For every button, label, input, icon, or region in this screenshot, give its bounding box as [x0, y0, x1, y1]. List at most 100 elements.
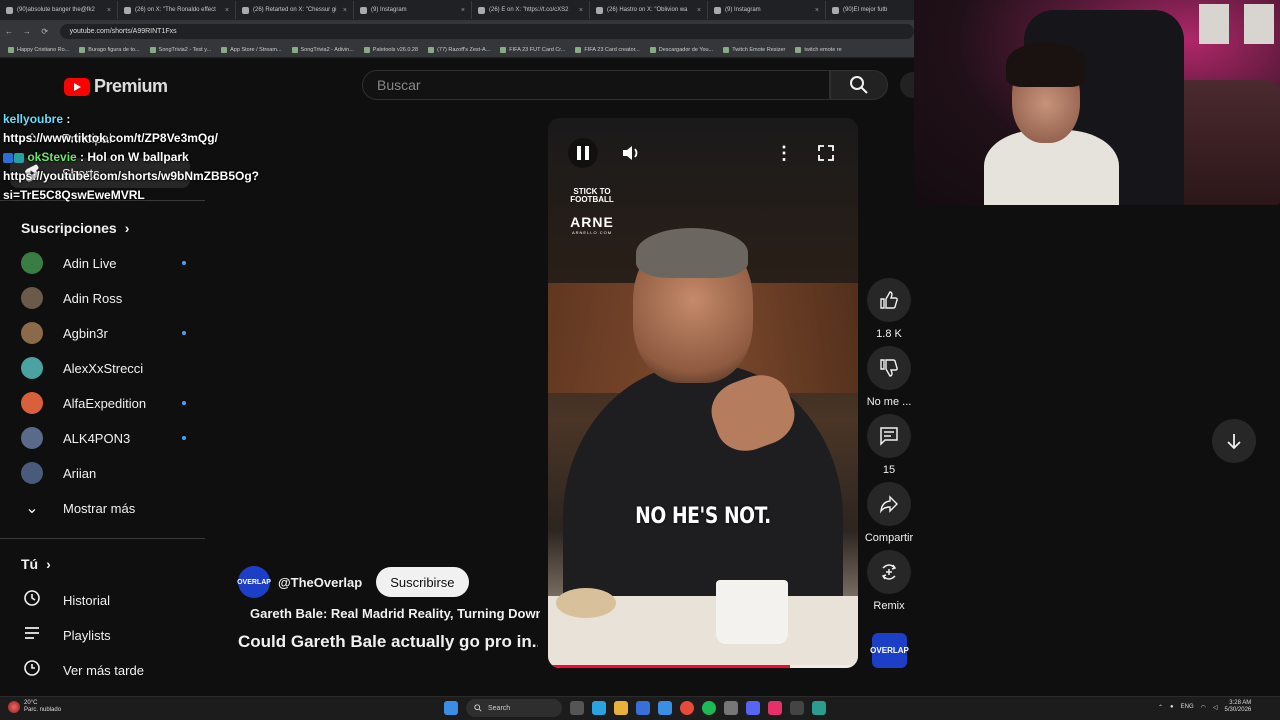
url-field[interactable]: youtube.com/shorts/A99RINT1Fxs [59, 23, 914, 39]
video-frame-hair [636, 228, 748, 278]
close-icon[interactable]: × [697, 7, 701, 14]
close-icon[interactable]: × [815, 7, 819, 14]
windows-taskbar: 20°C Parc. nublado Search ⌃ ● ENG ◠ ◁ 3:… [0, 696, 1280, 720]
subscriptions-heading[interactable]: Suscripciones › [21, 220, 129, 236]
close-icon[interactable]: × [107, 7, 111, 14]
volume-button[interactable] [616, 138, 646, 168]
watch-later-icon [21, 659, 43, 682]
settings-icon[interactable] [724, 701, 738, 715]
like-button[interactable] [867, 278, 911, 322]
browser-tab[interactable]: (90)absolute banger the@fk2 × [0, 1, 118, 19]
back-icon[interactable]: ← [0, 27, 18, 36]
shorts-video-player[interactable]: STICK TO FOOTBALL ARNE ARNELLO.COM ⋮ NO … [548, 118, 858, 668]
app-icon[interactable] [790, 701, 804, 715]
browser-tab[interactable]: (26) Hastro on X: "Oblivion wa × [590, 1, 708, 19]
taskbar-apps: Search [444, 699, 826, 717]
browser-tab[interactable]: (90)El mejor futb× [826, 1, 914, 19]
app-icon[interactable] [812, 701, 826, 715]
share-button[interactable] [867, 482, 911, 526]
language-indicator[interactable]: ENG [1181, 704, 1194, 710]
bookmark-item[interactable]: FIFA 23 Card creator... [575, 46, 640, 53]
more-options-button[interactable]: ⋮ [769, 138, 799, 168]
tab-title: (26) Retarted on X: "Chessur gi [253, 7, 337, 13]
subscription-item[interactable]: Adin Live [21, 251, 186, 275]
store-icon[interactable] [636, 701, 650, 715]
subscription-item[interactable]: Ariian [21, 461, 186, 485]
bookmark-item[interactable]: FIFA 23 FUT Card Cr... [500, 46, 566, 53]
bookmark-item[interactable]: twitch emote re [795, 46, 842, 53]
close-icon[interactable]: × [343, 7, 347, 14]
chrome-icon[interactable] [680, 701, 694, 715]
bookmark-item[interactable]: Happy Cristiano Ro... [8, 46, 69, 53]
taskbar-search[interactable]: Search [466, 699, 562, 717]
dislike-button[interactable] [867, 346, 911, 390]
subscription-name: Agbin3r [63, 325, 108, 341]
spotify-icon[interactable] [702, 701, 716, 715]
channel-avatar[interactable]: OVERLAP [237, 566, 271, 598]
video-progress-bar[interactable] [548, 665, 858, 668]
youtube-premium-logo[interactable]: Premium [64, 76, 168, 97]
app-icon[interactable] [768, 701, 782, 715]
show-more-button[interactable]: ⌄ Mostrar más [21, 496, 135, 520]
browser-tab[interactable]: (26) E on X: "https://t.co/cXS2 × [472, 1, 590, 19]
mic-icon[interactable]: ● [1170, 704, 1174, 710]
discord-icon[interactable] [746, 701, 760, 715]
fullscreen-button[interactable] [811, 138, 841, 168]
reload-icon[interactable]: ⟳ [36, 27, 54, 36]
subscription-item[interactable]: AlexXxStrecci [21, 356, 186, 380]
video-title[interactable]: Could Gareth Bale actually go pro in... [238, 632, 538, 652]
subscription-item[interactable]: AlfaExpedition [21, 391, 186, 415]
forward-icon[interactable]: → [18, 27, 36, 36]
bookmark-item[interactable]: App Store / Stream... [221, 46, 282, 53]
show-more-label: Mostrar más [63, 500, 136, 516]
close-icon[interactable]: × [225, 7, 229, 14]
search-button[interactable] [830, 70, 888, 100]
share-label: Compartir [864, 532, 914, 544]
bookmark-item[interactable]: Twitch Emote Resizer [723, 46, 785, 53]
weather-widget[interactable]: 20°C Parc. nublado [8, 700, 61, 714]
you-heading[interactable]: Tú › [21, 556, 51, 572]
playlist-link[interactable]: Gareth Bale: Real Madrid Reality, Turnin… [240, 606, 540, 621]
browser-tab[interactable]: (26) on X: "The Ronaldo effect × [118, 1, 236, 19]
clock[interactable]: 3:28 AM 5/30/2026 [1225, 700, 1252, 714]
sidebar-item-playlists[interactable]: Playlists [21, 623, 111, 647]
chevron-up-icon[interactable]: ⌃ [1158, 704, 1163, 711]
browser-tab[interactable]: (26) Retarted on X: "Chessur gi × [236, 1, 354, 19]
subscription-item[interactable]: Agbin3r [21, 321, 186, 345]
tab-title: (26) on X: "The Ronaldo effect [135, 7, 216, 13]
bookmark-item[interactable]: SongTrivia2 - Test y... [149, 46, 211, 53]
close-icon[interactable]: × [579, 7, 583, 14]
bookmark-item[interactable]: Descargador de You... [649, 46, 713, 53]
bookmark-item[interactable]: (77) Razoff's Zest-A... [428, 46, 490, 53]
next-video-button[interactable] [1212, 419, 1256, 463]
bookmark-item[interactable]: Burago figura de to... [79, 46, 140, 53]
subscription-item[interactable]: ALK4PON3 [21, 426, 186, 450]
pause-button[interactable] [568, 138, 598, 168]
mail-icon[interactable] [658, 701, 672, 715]
task-view-icon[interactable] [570, 701, 584, 715]
start-icon[interactable] [444, 701, 458, 715]
browser-tab[interactable]: (9) Instagram × [708, 1, 826, 19]
close-icon[interactable]: × [461, 7, 465, 14]
bookmark-item[interactable]: SongTrivia2 - Adivin... [291, 46, 354, 53]
file-explorer-icon[interactable] [614, 701, 628, 715]
volume-icon[interactable]: ◁ [1213, 704, 1218, 711]
subscription-item[interactable]: Adin Ross [21, 286, 186, 310]
bookmark-label: FIFA 23 FUT Card Cr... [509, 46, 566, 53]
sidebar-item-historial[interactable]: Historial [21, 588, 110, 612]
bookmark-favicon-icon [8, 46, 14, 53]
channel-thumbnail[interactable]: OVERLAP [870, 633, 909, 668]
sidebar-item-watch-later[interactable]: Ver más tarde [21, 658, 144, 682]
subscribe-button[interactable]: Suscribirse [376, 567, 469, 597]
wifi-icon[interactable]: ◠ [1201, 704, 1206, 711]
like-action: 1.8 K [866, 278, 912, 340]
sidebar-divider [0, 538, 205, 539]
channel-handle[interactable]: @TheOverlap [278, 575, 362, 590]
remix-button[interactable] [867, 550, 911, 594]
bookmark-item[interactable]: Paletools v26.0.28 [363, 46, 418, 53]
edge-icon[interactable] [592, 701, 606, 715]
video-frame-plate [556, 588, 616, 618]
search-input[interactable] [377, 77, 829, 93]
browser-tab[interactable]: (9) Instagram × [354, 1, 472, 19]
comments-button[interactable] [867, 414, 911, 458]
